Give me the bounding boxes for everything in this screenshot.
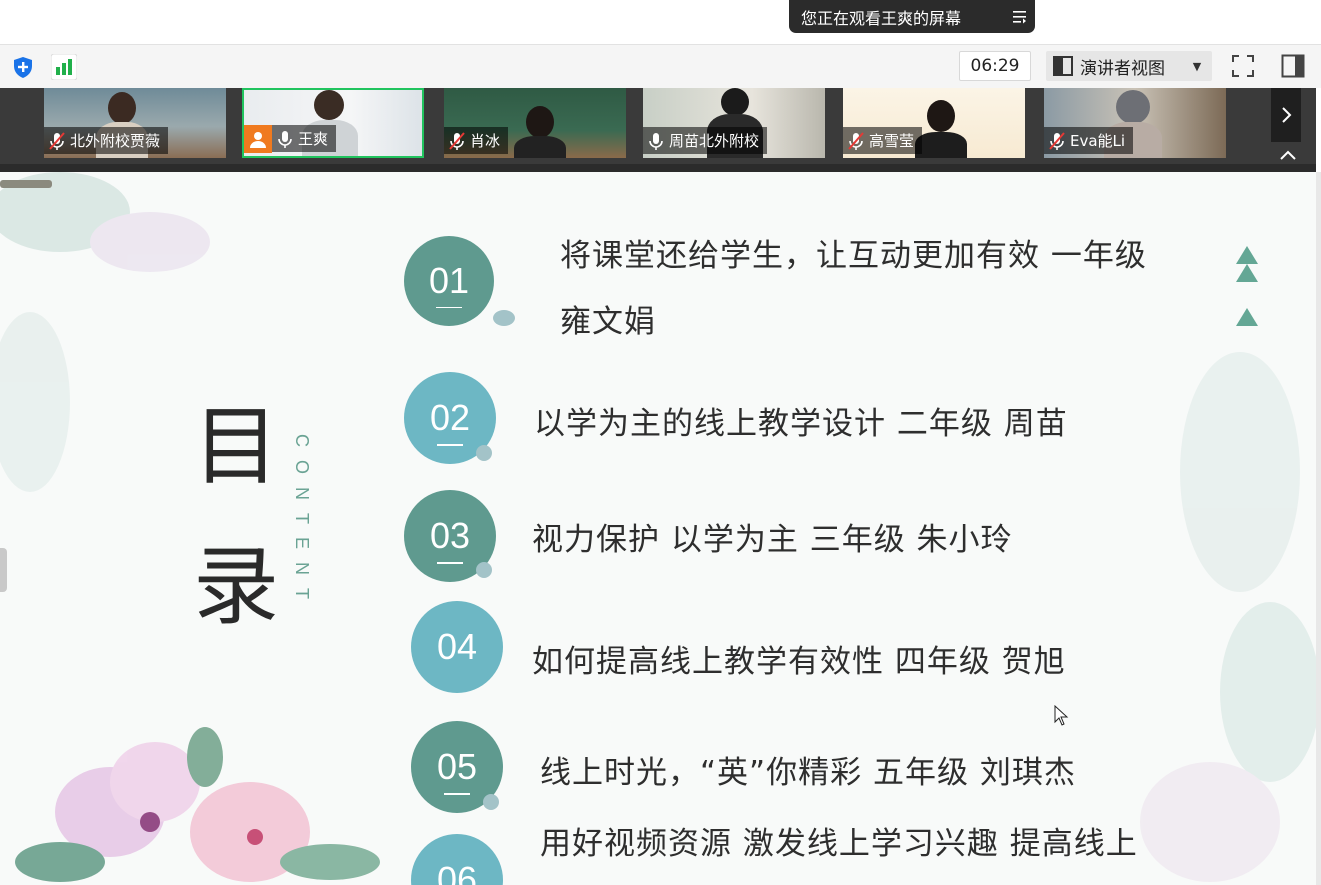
- item-title-continued: 雍文娟: [560, 304, 656, 340]
- dot-decoration: [493, 310, 515, 326]
- participant-video-body: [915, 132, 967, 158]
- participant-name: Eva能Li: [1070, 132, 1126, 150]
- item-title: 以学为主的线上教学设计 二年级 周苗: [534, 406, 1068, 442]
- item-number: 04: [436, 626, 478, 667]
- item-title: 视力保护 以学为主 三年级 朱小玲: [532, 522, 1013, 558]
- dot-decoration: [476, 562, 492, 578]
- participant-name: 周苗北外附校: [669, 132, 760, 150]
- participant-name: 北外附校贾薇: [70, 132, 161, 150]
- participant-tile-active[interactable]: 王爽: [242, 88, 424, 158]
- screen-share-banner[interactable]: 您正在观看王爽的屏幕: [789, 0, 1035, 33]
- list-menu-icon[interactable]: [1005, 0, 1035, 33]
- participant-nameplate: 王爽: [244, 124, 337, 153]
- participant-tile[interactable]: 肖冰: [444, 88, 626, 158]
- participant-video: [108, 92, 136, 124]
- item-number-circle: 04: [411, 601, 503, 693]
- side-drag-handle[interactable]: [0, 548, 7, 592]
- mic-icon: [278, 130, 292, 148]
- dot-decoration: [476, 445, 492, 461]
- meeting-toolbar: 06:29 演讲者视图 ▼: [0, 44, 1321, 88]
- participant-name: 肖冰: [470, 132, 501, 150]
- participant-nameplate: Eva能Li: [1044, 127, 1134, 154]
- mic-muted-icon: [49, 131, 65, 150]
- sidebar-panel-icon[interactable]: [1279, 52, 1307, 80]
- participant-video-body: [514, 136, 566, 158]
- meeting-timer: 06:29: [959, 51, 1031, 81]
- speaker-view-icon: [1046, 56, 1080, 76]
- item-title: 将课堂还给学生，让互动更加有效 一年级: [560, 238, 1147, 274]
- participant-tile[interactable]: 周苗北外附校: [643, 88, 825, 158]
- participant-video: [1116, 90, 1150, 124]
- screen-share-label: 您正在观看王爽的屏幕: [801, 8, 962, 28]
- scroll-indicator[interactable]: [0, 180, 52, 188]
- participant-video: [721, 88, 749, 116]
- mouse-cursor-icon: [1054, 705, 1069, 726]
- participant-nameplate: 高雪莹: [843, 127, 923, 154]
- participant-nameplate: 肖冰: [444, 127, 509, 154]
- slide-subtitle-vertical: CONTENT: [292, 434, 312, 612]
- top-bar: 您正在观看王爽的屏幕: [0, 0, 1321, 44]
- strip-footer: [0, 164, 1316, 172]
- fullscreen-icon[interactable]: [1229, 52, 1257, 80]
- view-mode-dropdown[interactable]: 演讲者视图 ▼: [1046, 51, 1212, 81]
- chevron-right-icon[interactable]: [1271, 88, 1301, 142]
- item-number-circle: 01: [404, 236, 494, 326]
- participant-strip: 北外附校贾薇 王爽 肖冰 周苗北外附校 高雪莹 Eva能Li: [0, 88, 1316, 172]
- window-edge: [1316, 172, 1321, 885]
- participant-tile[interactable]: 北外附校贾薇: [44, 88, 226, 158]
- item-number: 01: [428, 260, 470, 301]
- view-mode-label: 演讲者视图: [1080, 58, 1165, 79]
- participant-video: [526, 106, 554, 138]
- item-number: 03: [429, 515, 471, 556]
- participant-video: [927, 100, 955, 132]
- shield-plus-icon[interactable]: [9, 53, 37, 81]
- chevron-up-icon[interactable]: [1276, 146, 1300, 164]
- participant-name: 王爽: [298, 130, 329, 148]
- participant-tile[interactable]: 高雪莹: [843, 88, 1025, 158]
- participant-name: 高雪莹: [869, 132, 915, 150]
- item-title: 用好视频资源 激发线上学习兴趣 提高线上: [540, 826, 1138, 862]
- dot-decoration: [483, 794, 499, 810]
- mic-muted-icon: [848, 131, 864, 150]
- item-number: 06: [436, 859, 478, 885]
- participant-video: [314, 90, 344, 120]
- mic-muted-icon: [449, 131, 465, 150]
- participant-nameplate: 周苗北外附校: [643, 127, 768, 154]
- mic-muted-icon: [1049, 131, 1065, 150]
- slide-title-char-2: 录: [193, 537, 279, 637]
- item-title: 如何提高线上教学有效性 四年级 贺旭: [532, 644, 1066, 680]
- slide-title-char-1: 目: [193, 397, 279, 497]
- chevron-down-icon: ▼: [1192, 59, 1202, 73]
- item-number: 05: [436, 746, 478, 787]
- signal-bars-icon[interactable]: [50, 53, 78, 81]
- triangle-decoration: [1236, 246, 1258, 264]
- participant-nameplate: 北外附校贾薇: [44, 127, 169, 154]
- participant-tile[interactable]: Eva能Li: [1044, 88, 1226, 158]
- triangle-decoration: [1236, 308, 1258, 326]
- item-title: 线上时光，“英”你精彩 五年级 刘琪杰: [540, 755, 1076, 791]
- mic-icon: [649, 132, 663, 150]
- item-number: 02: [429, 397, 471, 438]
- triangle-decoration: [1236, 264, 1258, 282]
- user-avatar-icon: [244, 124, 272, 153]
- shared-slide: 目 录 CONTENT 01 将课堂还给学生，让互动更加有效 一年级 雍文娟 0…: [0, 172, 1316, 885]
